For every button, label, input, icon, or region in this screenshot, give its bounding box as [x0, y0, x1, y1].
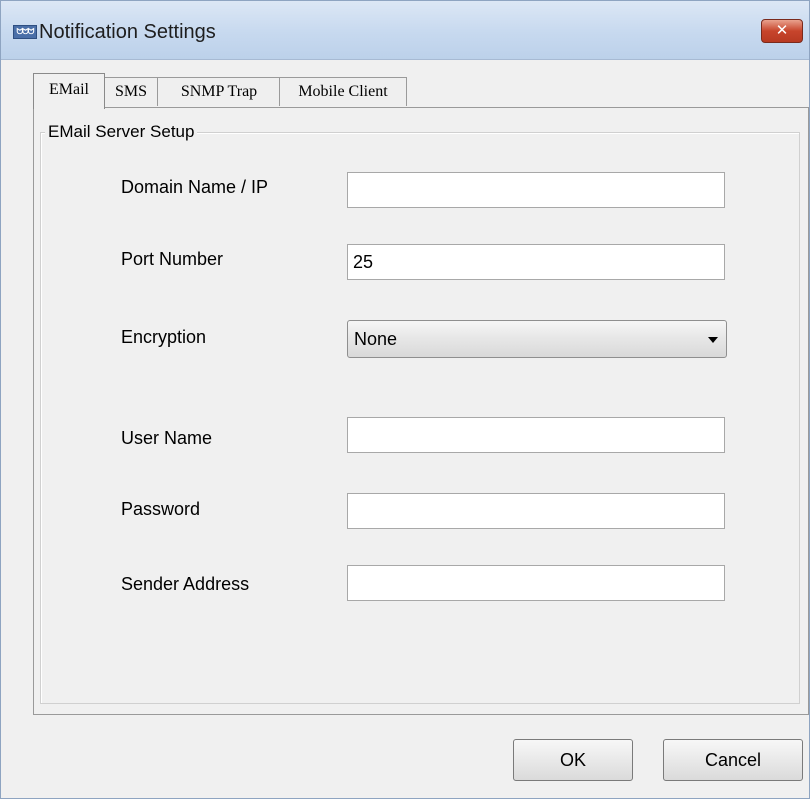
title-bar[interactable]: ᗢᗢᗢ Notification Settings ✕: [1, 1, 809, 60]
port-label: Port Number: [121, 249, 224, 269]
email-server-setup-group: EMail Server Setup Domain Name / IP Port…: [40, 122, 800, 704]
tab-email[interactable]: EMail: [33, 73, 105, 109]
cancel-button-label: Cancel: [704, 750, 762, 770]
user-name-input[interactable]: [347, 417, 725, 453]
tab-email-label: EMail: [49, 81, 89, 98]
tab-sms-label: SMS: [114, 83, 148, 100]
cancel-button[interactable]: Cancel: [663, 739, 803, 781]
email-tab-panel: EMail Server Setup Domain Name / IP Port…: [33, 107, 809, 715]
notification-settings-dialog: ᗢᗢᗢ Notification Settings ✕ EMail SMS SN…: [0, 0, 810, 799]
sender-address-input[interactable]: [347, 565, 725, 601]
password-input[interactable]: [347, 493, 725, 529]
user-name-label: User Name: [121, 428, 213, 448]
ok-button-label: OK: [559, 750, 586, 770]
domain-label: Domain Name / IP: [121, 177, 269, 197]
tab-mobile-client[interactable]: Mobile Client: [279, 77, 407, 106]
tab-mobile-client-label: Mobile Client: [298, 83, 388, 100]
tab-snmp-trap-label: SNMP Trap: [180, 83, 258, 100]
chevron-down-icon: [708, 337, 718, 343]
encryption-label: Encryption: [121, 327, 207, 347]
close-icon: ✕: [775, 21, 789, 39]
password-label: Password: [121, 499, 201, 519]
sender-address-label: Sender Address: [121, 574, 250, 594]
close-button[interactable]: ✕: [761, 19, 803, 43]
port-input[interactable]: [347, 244, 725, 280]
tab-snmp-trap[interactable]: SNMP Trap: [157, 77, 281, 106]
encryption-value: None: [354, 329, 398, 349]
tab-sms[interactable]: SMS: [103, 77, 159, 106]
encryption-select[interactable]: None: [347, 320, 727, 358]
group-title: EMail Server Setup: [45, 122, 198, 142]
domain-input[interactable]: [347, 172, 725, 208]
ok-button[interactable]: OK: [513, 739, 633, 781]
app-icon: ᗢᗢᗢ: [13, 25, 37, 39]
window-title: Notification Settings: [39, 21, 216, 43]
